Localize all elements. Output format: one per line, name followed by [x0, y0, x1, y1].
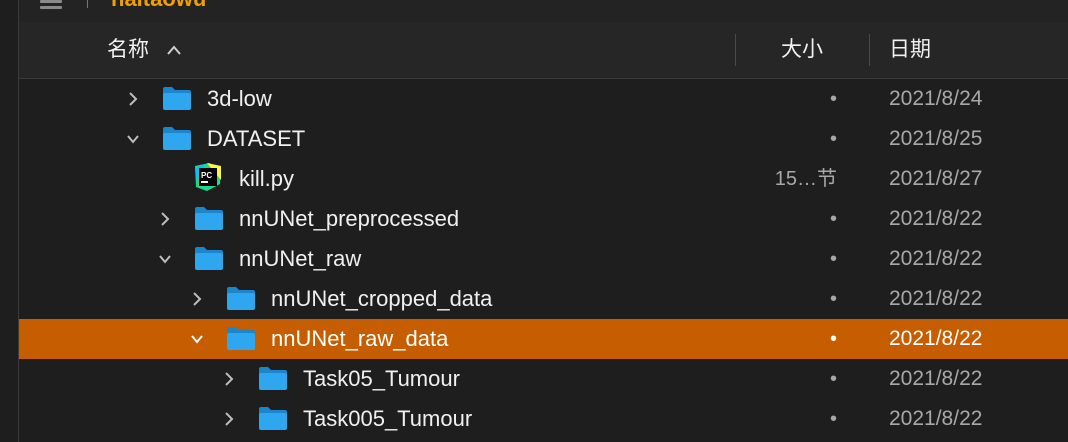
chevron-down-icon[interactable] — [189, 331, 205, 347]
size-column-header[interactable]: 大小 — [781, 22, 823, 78]
item-date: 2021/8/22 — [889, 207, 983, 230]
folder-row[interactable]: DATASET • 2021/8/25 — [19, 119, 1068, 159]
folder-icon — [227, 327, 255, 350]
item-date: 2021/8/27 — [889, 167, 983, 190]
folder-icon — [163, 87, 191, 110]
item-date: 2021/8/22 — [889, 367, 983, 390]
folder-icon — [195, 247, 223, 270]
item-size: • — [829, 88, 837, 110]
chevron-right-icon[interactable] — [157, 211, 173, 227]
column-divider[interactable] — [869, 34, 870, 66]
item-size: • — [829, 288, 837, 310]
item-size: • — [829, 208, 837, 230]
chevron-down-icon[interactable] — [157, 251, 173, 267]
chevron-down-icon[interactable] — [125, 131, 141, 147]
folder-icon — [195, 207, 223, 230]
chevron-right-icon[interactable] — [189, 291, 205, 307]
pycharm-file-icon: PC — [195, 163, 221, 191]
item-size: 15…节 — [774, 168, 837, 190]
current-folder-title[interactable]: haitaowu — [111, 0, 206, 12]
item-date: 2021/8/25 — [889, 127, 983, 150]
date-column-label: 日期 — [889, 38, 931, 61]
item-date: 2021/8/22 — [889, 407, 983, 430]
item-date: 2021/8/22 — [889, 287, 983, 310]
folder-row[interactable]: Task005_Tumour • 2021/8/22 — [19, 399, 1068, 439]
date-column-header[interactable]: 日期 — [889, 22, 931, 78]
item-name: nnUNet_raw_data — [271, 326, 449, 351]
toolbar: haitaowu — [19, 0, 1068, 22]
file-row[interactable]: PC kill.py 15…节 2021/8/27 — [19, 159, 1068, 199]
folder-row[interactable]: nnUNet_raw_data • 2021/8/22 — [19, 319, 1068, 359]
folder-row[interactable]: Task05_Tumour • 2021/8/22 — [19, 359, 1068, 399]
item-name: nnUNet_cropped_data — [271, 286, 493, 311]
item-name: DATASET — [207, 126, 306, 151]
item-date: 2021/8/24 — [889, 87, 983, 110]
item-size: • — [829, 368, 837, 390]
item-date: 2021/8/22 — [889, 247, 983, 270]
chevron-right-icon[interactable] — [125, 91, 141, 107]
list-view-icon[interactable] — [40, 0, 62, 9]
name-column-label: 名称 — [107, 38, 149, 61]
folder-icon — [163, 127, 191, 150]
column-header: 名称 大小 日期 — [19, 22, 1068, 79]
folder-icon — [259, 367, 287, 390]
chevron-right-icon[interactable] — [221, 411, 237, 427]
item-name: 3d-low — [207, 86, 272, 111]
name-column-header[interactable]: 名称 — [107, 22, 181, 78]
item-name: nnUNet_preprocessed — [239, 206, 460, 231]
sort-ascending-icon[interactable] — [167, 45, 181, 56]
item-name: kill.py — [239, 166, 295, 191]
folder-row[interactable]: nnUNet_cropped_data • 2021/8/22 — [19, 279, 1068, 319]
size-column-label: 大小 — [781, 38, 823, 61]
item-date: 2021/8/22 — [889, 327, 983, 350]
item-name: Task005_Tumour — [303, 406, 473, 431]
column-divider[interactable] — [735, 34, 736, 66]
svg-text:PC: PC — [201, 171, 212, 180]
folder-row[interactable]: 3d-low • 2021/8/24 — [19, 79, 1068, 119]
item-size: • — [829, 128, 837, 150]
folder-icon — [259, 407, 287, 430]
toolbar-separator — [87, 0, 88, 8]
folder-icon — [227, 287, 255, 310]
folder-row[interactable]: nnUNet_raw • 2021/8/22 — [19, 239, 1068, 279]
item-size: • — [829, 328, 837, 350]
item-name: nnUNet_raw — [239, 246, 362, 271]
folder-row[interactable]: nnUNet_preprocessed • 2021/8/22 — [19, 199, 1068, 239]
chevron-right-icon[interactable] — [221, 371, 237, 387]
item-size: • — [829, 408, 837, 430]
item-name: Task05_Tumour — [303, 366, 460, 391]
item-size: • — [829, 248, 837, 270]
